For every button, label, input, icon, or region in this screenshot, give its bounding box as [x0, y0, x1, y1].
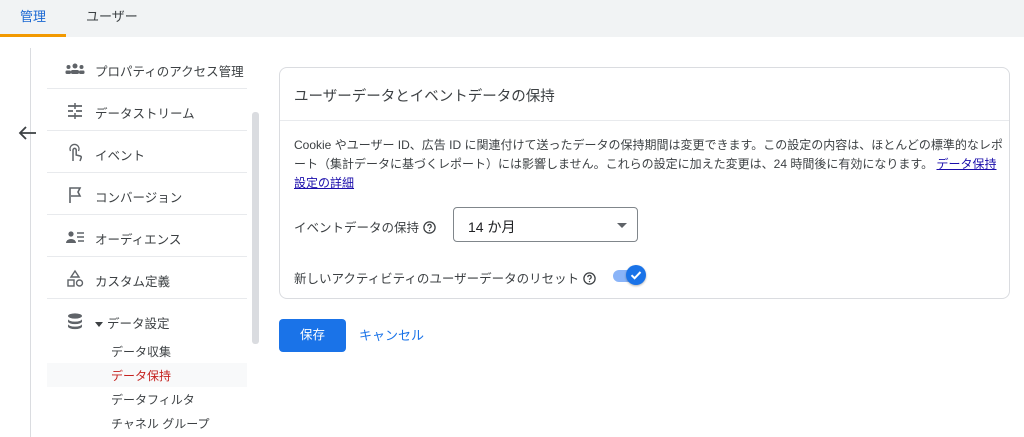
sidebar-subitem-label: データフィルタ: [111, 393, 195, 407]
sidebar-item-custom-definitions[interactable]: カスタム定義: [47, 258, 247, 299]
check-icon: [630, 271, 642, 280]
tab-user[interactable]: ユーザー: [86, 0, 138, 37]
reset-user-data-label-text: 新しいアクティビティのユーザーデータのリセット: [294, 272, 580, 286]
sidebar-item-label: データ設定: [107, 317, 170, 331]
caret-down-icon: [95, 316, 103, 327]
event-retention-select[interactable]: 14 か月: [453, 207, 638, 242]
help-icon[interactable]: [583, 272, 596, 285]
sidebar-item-label: オーディエンス: [95, 233, 182, 247]
reset-user-data-label: 新しいアクティビティのユーザーデータのリセット: [294, 268, 596, 287]
help-icon[interactable]: [423, 221, 436, 234]
shapes-icon: [64, 269, 86, 289]
sidebar-item-events[interactable]: イベント: [47, 132, 247, 173]
event-retention-value: 14 か月: [468, 219, 516, 235]
sidebar-subitem-data-collection[interactable]: データ収集: [47, 339, 247, 363]
data-retention-card: ユーザーデータとイベントデータの保持 Cookie やユーザー ID、広告 ID…: [279, 67, 1010, 299]
arrow-back-icon[interactable]: [14, 121, 42, 145]
card-title: ユーザーデータとイベントデータの保持: [294, 89, 555, 105]
audience-icon: [64, 227, 86, 247]
flag-icon: [64, 185, 86, 205]
sidebar-item-label: プロパティのアクセス管理: [95, 65, 244, 79]
reset-user-data-toggle[interactable]: [611, 265, 647, 287]
sidebar-subitem-data-filters[interactable]: データフィルタ: [47, 387, 247, 411]
sidebar-subitem-data-retention[interactable]: データ保持: [47, 363, 247, 387]
description-body: Cookie やユーザー ID、広告 ID に関連付けて送ったデータの保持期間は…: [294, 138, 1003, 171]
top-tab-bar: 管理 ユーザー: [0, 0, 1024, 37]
sidebar-item-conversions[interactable]: コンバージョン: [47, 174, 247, 215]
streams-icon: [64, 101, 86, 121]
cancel-button[interactable]: キャンセル: [359, 319, 424, 352]
sidebar-item-data-streams[interactable]: データストリーム: [47, 90, 247, 131]
sidebar-item-label: カスタム定義: [95, 275, 171, 289]
sidebar-item-label: イベント: [95, 149, 146, 163]
sidebar-subitem-label: データ収集: [111, 345, 172, 359]
active-tab-indicator: [0, 34, 66, 37]
sidebar-item-data-settings[interactable]: データ設定: [47, 300, 247, 341]
sidebar-item-label: コンバージョン: [95, 191, 183, 205]
dropdown-arrow-icon: [617, 223, 627, 228]
database-icon: [64, 311, 86, 331]
sidebar-divider: [30, 48, 31, 437]
divider: [280, 120, 1009, 121]
people-icon: [64, 59, 86, 79]
sidebar-subitem-channel-groups[interactable]: チャネル グループ: [47, 411, 247, 435]
touch-icon: [64, 143, 86, 163]
sidebar-item-audiences[interactable]: オーディエンス: [47, 216, 247, 257]
toggle-knob: [626, 265, 646, 285]
sidebar-scrollbar[interactable]: [252, 112, 259, 344]
event-retention-label: イベントデータの保持: [294, 217, 436, 236]
sidebar-item-property-access[interactable]: プロパティのアクセス管理: [47, 48, 247, 89]
sidebar-item-label: データストリーム: [95, 107, 195, 121]
sidebar-subitem-label: チャネル グループ: [111, 417, 210, 431]
sidebar-subitem-label: データ保持: [111, 369, 172, 383]
description-text: Cookie やユーザー ID、広告 ID に関連付けて送ったデータの保持期間は…: [294, 136, 1004, 193]
event-retention-label-text: イベントデータの保持: [294, 221, 420, 235]
save-button[interactable]: 保存: [279, 319, 346, 352]
tab-admin[interactable]: 管理: [20, 0, 46, 37]
